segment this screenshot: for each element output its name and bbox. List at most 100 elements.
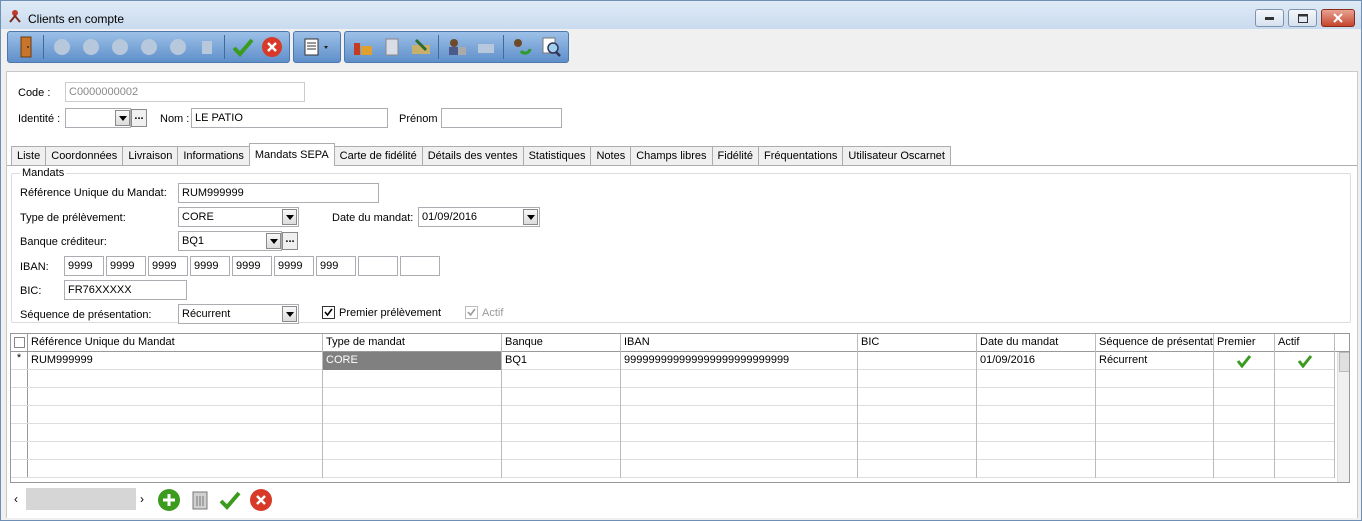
first-record-icon[interactable] <box>48 34 75 61</box>
sequence-dropdown[interactable]: Récurrent <box>178 304 299 324</box>
table-cell[interactable] <box>977 460 1096 478</box>
table-cell[interactable] <box>977 388 1096 406</box>
column-header[interactable]: Type de mandat <box>323 334 502 352</box>
tab-coordonn-es[interactable]: Coordonnées <box>45 146 124 166</box>
column-header[interactable]: Séquence de présentati <box>1096 334 1214 352</box>
tab-utilisateur-oscarnet[interactable]: Utilisateur Oscarnet <box>842 146 951 166</box>
column-header[interactable]: Banque <box>502 334 621 352</box>
table-cell[interactable]: 999999999999999999999999999 <box>621 352 858 370</box>
minimize-button[interactable] <box>1255 9 1284 27</box>
type-prelevement-dropdown-button[interactable] <box>282 209 297 225</box>
search-icon[interactable] <box>537 34 564 61</box>
table-cell[interactable] <box>323 424 502 442</box>
table-cell[interactable] <box>323 442 502 460</box>
table-row[interactable] <box>11 388 1335 406</box>
table-cell[interactable] <box>858 442 977 460</box>
table-cell[interactable] <box>1096 460 1214 478</box>
table-cell[interactable] <box>1214 352 1275 370</box>
validate-check-icon[interactable] <box>229 34 256 61</box>
tab-statistiques[interactable]: Statistiques <box>522 146 592 166</box>
table-cell[interactable] <box>1275 442 1335 460</box>
table-cell[interactable] <box>1214 370 1275 388</box>
table-cell[interactable] <box>977 442 1096 460</box>
table-cell[interactable] <box>858 460 977 478</box>
table-cell[interactable] <box>1214 460 1275 478</box>
table-cell[interactable]: CORE <box>323 352 502 370</box>
table-cell[interactable] <box>1096 442 1214 460</box>
restore-button[interactable] <box>1288 9 1317 27</box>
iban-part-1[interactable]: 9999 <box>64 256 104 276</box>
premier-prelevement-checkbox[interactable] <box>322 306 335 319</box>
identite-dropdown-button[interactable] <box>115 110 130 126</box>
table-cell[interactable] <box>28 460 323 478</box>
table-cell[interactable] <box>977 424 1096 442</box>
last-record-icon[interactable] <box>135 34 162 61</box>
table-cell[interactable] <box>502 460 621 478</box>
table-cell[interactable] <box>1275 460 1335 478</box>
tab-d-tails-des-ventes[interactable]: Détails des ventes <box>421 146 524 166</box>
table-cell[interactable]: Récurrent <box>1096 352 1214 370</box>
actif-checkbox[interactable] <box>465 306 478 319</box>
column-header[interactable]: Actif <box>1275 334 1335 352</box>
sync-users-icon[interactable] <box>508 34 535 61</box>
table-cell[interactable] <box>1096 424 1214 442</box>
table-cell[interactable] <box>1214 388 1275 406</box>
column-header[interactable]: Date du mandat <box>977 334 1096 352</box>
table-cell[interactable] <box>28 442 323 460</box>
close-button[interactable] <box>1321 9 1355 27</box>
previous-record-icon[interactable] <box>77 34 104 61</box>
identite-browse-button[interactable]: ... <box>131 109 147 127</box>
table-cell[interactable]: 01/09/2016 <box>977 352 1096 370</box>
table-cell[interactable] <box>621 442 858 460</box>
date-picker-button[interactable] <box>523 209 538 225</box>
table-row[interactable] <box>11 370 1335 388</box>
table-cell[interactable] <box>858 370 977 388</box>
tab-mandats-sepa[interactable]: Mandats SEPA <box>248 143 335 166</box>
table-cell[interactable] <box>502 388 621 406</box>
table-cell[interactable] <box>621 406 858 424</box>
banque-browse-button[interactable]: ... <box>282 232 298 250</box>
date-mandat-field[interactable]: 01/09/2016 <box>418 207 540 227</box>
table-cell[interactable] <box>977 406 1096 424</box>
cancel-x-icon[interactable] <box>258 34 285 61</box>
document-icon[interactable] <box>378 34 405 61</box>
table-cell[interactable]: RUM999999 <box>28 352 323 370</box>
table-cell[interactable] <box>28 406 323 424</box>
delete-row-icon[interactable] <box>188 488 212 512</box>
grid-vertical-scrollbar[interactable] <box>1337 352 1349 482</box>
table-cell[interactable] <box>1096 370 1214 388</box>
type-prelevement-dropdown[interactable]: CORE <box>178 207 299 227</box>
table-cell[interactable] <box>1275 406 1335 424</box>
iban-part-8[interactable] <box>358 256 398 276</box>
iban-part-7[interactable]: 999 <box>316 256 356 276</box>
iban-part-6[interactable]: 9999 <box>274 256 314 276</box>
scroll-thumb[interactable] <box>1339 352 1349 372</box>
table-cell[interactable] <box>28 388 323 406</box>
table-cell[interactable] <box>28 370 323 388</box>
table-cell[interactable] <box>1096 388 1214 406</box>
table-cell[interactable] <box>502 442 621 460</box>
column-header[interactable]: BIC <box>858 334 977 352</box>
table-cell[interactable] <box>1275 370 1335 388</box>
select-all-cell[interactable] <box>11 334 28 352</box>
customers-icon[interactable] <box>349 34 376 61</box>
nom-field[interactable]: LE PATIO <box>191 108 388 128</box>
table-cell[interactable] <box>502 370 621 388</box>
table-cell[interactable] <box>1275 424 1335 442</box>
table-row[interactable] <box>11 442 1335 460</box>
exit-door-icon[interactable] <box>12 34 39 61</box>
iban-part-9[interactable] <box>400 256 440 276</box>
edit-tools-icon[interactable] <box>407 34 434 61</box>
column-header[interactable]: Référence Unique du Mandat <box>28 334 323 352</box>
column-header[interactable]: IBAN <box>621 334 858 352</box>
tab-liste[interactable]: Liste <box>11 146 47 166</box>
iban-part-5[interactable]: 9999 <box>232 256 272 276</box>
table-cell[interactable] <box>1214 442 1275 460</box>
table-cell[interactable] <box>1275 388 1335 406</box>
tab-informations[interactable]: Informations <box>177 146 250 166</box>
validate-row-icon[interactable] <box>218 488 242 512</box>
table-cell[interactable] <box>323 460 502 478</box>
user-group-icon[interactable] <box>443 34 470 61</box>
table-cell[interactable] <box>621 370 858 388</box>
rum-field[interactable]: RUM999999 <box>178 183 379 203</box>
